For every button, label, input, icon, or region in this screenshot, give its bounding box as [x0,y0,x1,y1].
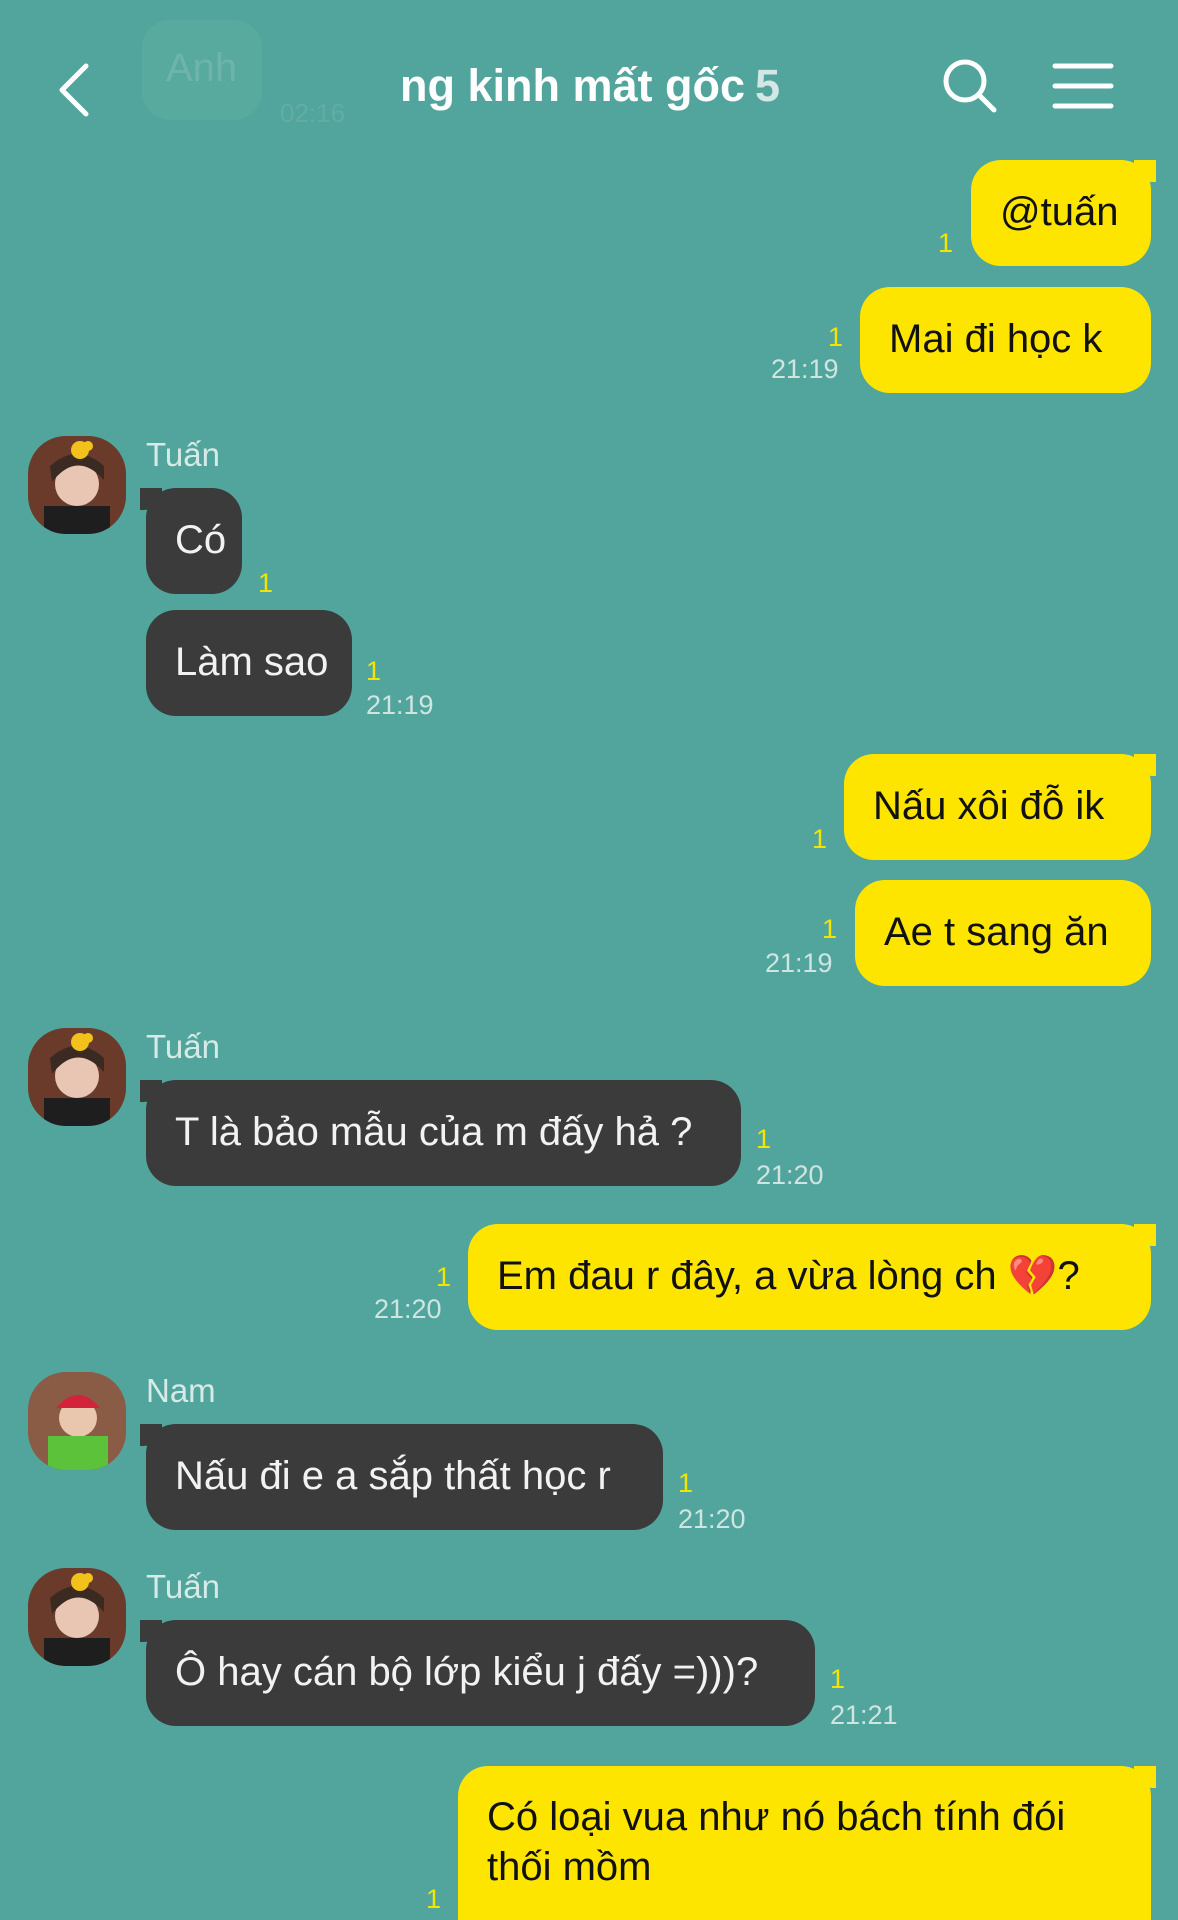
read-count: 1 [938,228,954,258]
faded-previous-text: Anh [166,46,238,90]
read-count: 1 [828,322,844,352]
message-bubble[interactable]: Ae t sang ăn [855,880,1151,986]
search-button[interactable] [940,56,1000,116]
message-time: 21:19 [771,354,839,384]
read-count: 1 [756,1124,772,1154]
chevron-left-icon [59,63,89,117]
message-bubble[interactable]: Mai đi học k [860,287,1151,393]
read-count: 1 [258,568,274,598]
back-button[interactable] [52,60,96,120]
chat-header: Anh 02:16 ng kinh mất gốc 5 [0,0,1178,160]
message-time: 21:19 [765,948,833,978]
message-time: 21:20 [374,1294,442,1324]
read-count: 1 [426,1884,442,1914]
message-bubble[interactable]: Làm sao [146,610,352,716]
message-line-2: thối mồm [487,1845,652,1889]
read-count: 1 [436,1262,452,1292]
sender-name: Tuấn [146,1028,220,1065]
tuan-avatar[interactable] [28,436,126,534]
hamburger-menu-icon [1052,63,1114,109]
sender-name: Tuấn [146,436,220,473]
group-name: ng kinh mất gốc [399,60,745,111]
message-bubble[interactable]: Nấu xôi đỗ ik [844,754,1151,860]
message-bubble[interactable]: @tuấn [971,160,1151,266]
message-bubble[interactable]: T là bảo mẫu của m đấy hả ? [146,1080,741,1186]
sender-name: Tuấn [146,1568,220,1605]
read-count: 1 [812,824,828,854]
read-count: 1 [678,1468,694,1498]
sender-name: Nam [146,1372,216,1409]
tuan-avatar-image [28,1568,126,1666]
message-bubble[interactable]: Ô hay cán bộ lớp kiểu j đấy =)))? [146,1620,815,1726]
nam-avatar-image [28,1372,126,1470]
message-bubble[interactable]: Nấu đi e a sắp thất học r [146,1424,663,1530]
message-time: 21:21 [830,1700,898,1730]
message-time: 21:19 [366,690,434,720]
member-count: 5 [754,60,781,111]
tuan-avatar-image [28,436,126,534]
message-bubble[interactable]: Có loại vua như nó bách tính đói thối mồ… [458,1766,1151,1920]
read-count: 1 [822,914,838,944]
message-time: 21:20 [678,1504,746,1534]
tuan-avatar[interactable] [28,1028,126,1126]
message-bubble[interactable]: Có [146,488,242,594]
message-bubble[interactable]: Em đau r đây, a vừa lòng ch 💔? [468,1224,1151,1330]
tuan-avatar-image [28,1028,126,1126]
menu-button[interactable] [1052,60,1114,112]
read-count: 1 [366,656,382,686]
chat-title: ng kinh mất gốc 5 [330,60,850,112]
nam-avatar[interactable] [28,1372,126,1470]
tuan-avatar[interactable] [28,1568,126,1666]
message-time: 21:20 [756,1160,824,1190]
search-icon [943,59,997,113]
message-line-1: Có loại vua như nó bách tính đói [487,1795,1066,1839]
read-count: 1 [830,1664,846,1694]
